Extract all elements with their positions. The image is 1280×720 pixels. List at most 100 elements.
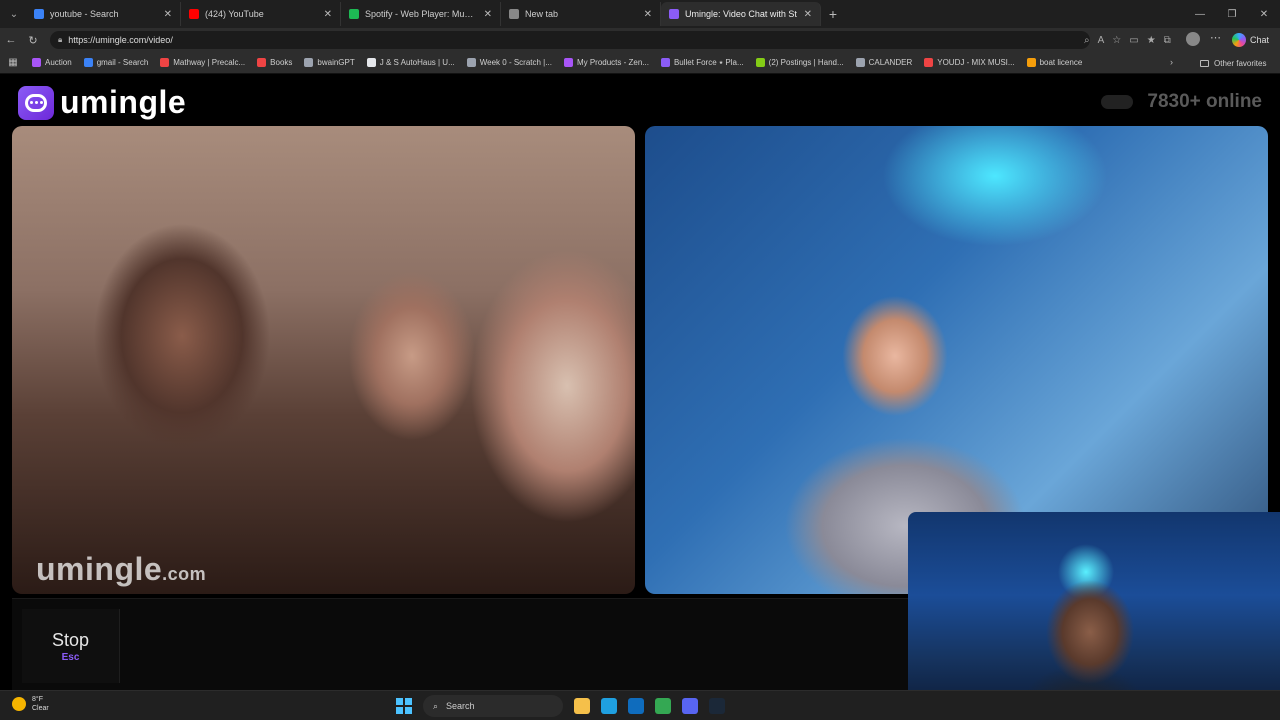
copilot-chat-button[interactable]: Chat xyxy=(1232,31,1269,49)
bookmark-favicon-icon xyxy=(466,58,476,67)
copilot-label: Chat xyxy=(1250,35,1270,45)
favorite-star-icon[interactable]: ☆ xyxy=(1112,35,1121,46)
more-menu-icon[interactable]: ⋯ xyxy=(1210,31,1221,44)
search-icon: ⌕ xyxy=(433,700,439,711)
url-text: https://umingle.com/video/ xyxy=(68,35,173,45)
weather-temp: 8°F xyxy=(32,696,43,703)
other-favorites[interactable]: Other favorites xyxy=(1200,52,1266,74)
back-icon[interactable]: ← xyxy=(0,29,22,51)
bookmark-item[interactable]: Books xyxy=(251,52,298,74)
tab-title: Spotify - Web Player: Music for ev xyxy=(365,9,478,19)
read-aloud-icon[interactable]: A xyxy=(1098,35,1105,46)
bookmark-item[interactable]: YOUDJ - MIX MUSI... xyxy=(918,52,1020,74)
new-tab-button[interactable]: + xyxy=(821,6,845,22)
tab-title: Umingle: Video Chat with St xyxy=(685,9,797,19)
weather-icon xyxy=(12,697,26,711)
folder-icon xyxy=(1200,59,1209,67)
tab-list-chevron-icon[interactable]: ⌄ xyxy=(2,4,26,24)
logo-text: umingle xyxy=(60,84,187,120)
browser-tab-strip: ⌄ youtube - Search ✕ (424) YouTube ✕ Spotify… xyxy=(0,0,1280,28)
tab-close-icon[interactable]: ✕ xyxy=(164,9,172,20)
favorites-icon[interactable]: ★ xyxy=(1147,35,1156,46)
discord-icon[interactable] xyxy=(682,698,698,714)
bookmarks-bar: ▦ Auction gmail - Search Mathway | Precalc… xyxy=(0,52,1280,74)
bookmark-item[interactable]: boat licence xyxy=(1021,52,1089,74)
bookmark-label: J & S AutoHaus | U... xyxy=(379,58,455,67)
outlook-icon[interactable] xyxy=(628,698,644,714)
tab-close-icon[interactable]: ✕ xyxy=(484,9,492,20)
steam-icon[interactable] xyxy=(709,698,725,714)
bookmark-favicon-icon xyxy=(1026,58,1036,67)
bookmark-favicon-icon xyxy=(160,58,170,67)
tab-close-icon[interactable]: ✕ xyxy=(324,9,332,20)
online-indicator: 7830+ online xyxy=(1101,91,1262,113)
window-controls: — ❐ ✕ xyxy=(1184,0,1280,28)
weather-widget[interactable]: 8°F Clear xyxy=(12,695,49,713)
bookmark-item[interactable]: Bullet Force ⭑ Pla... xyxy=(655,52,750,74)
tab-favicon-icon xyxy=(509,9,519,19)
bookmark-favicon-icon xyxy=(366,58,376,67)
tab-title: New tab xyxy=(525,9,559,19)
browser-tab[interactable]: New tab ✕ xyxy=(501,2,661,26)
tab-close-icon[interactable]: ✕ xyxy=(644,9,652,20)
tab-favicon-icon xyxy=(669,9,679,19)
windows-taskbar: 8°F Clear ⌕ Search xyxy=(0,690,1280,720)
bookmark-item[interactable]: Week 0 - Scratch |... xyxy=(461,52,558,74)
bookmark-favicon-icon xyxy=(755,58,765,67)
stranger-video: umingle.com xyxy=(12,126,635,594)
apps-grid-icon[interactable]: ▦ xyxy=(0,57,26,68)
bookmark-favicon-icon xyxy=(563,58,573,67)
streamer-webcam-overlay xyxy=(908,512,1280,720)
online-status-pill xyxy=(1101,95,1134,109)
browser-tab[interactable]: Spotify - Web Player: Music for ev ✕ xyxy=(341,2,501,26)
file-explorer-icon[interactable] xyxy=(574,698,590,714)
bookmark-label: boat licence xyxy=(1039,58,1083,67)
other-favorites-label: Other favorites xyxy=(1214,58,1267,68)
restore-icon[interactable]: ❐ xyxy=(1216,0,1248,28)
profile-avatar[interactable] xyxy=(1186,32,1200,46)
chat-bubble-icon xyxy=(18,85,54,120)
zoom-icon[interactable]: ⌕ xyxy=(1084,35,1090,46)
bookmark-item[interactable]: Mathway | Precalc... xyxy=(154,52,251,74)
stop-button[interactable]: Stop Esc xyxy=(22,609,120,683)
umingle-logo[interactable]: umingle xyxy=(18,84,186,121)
bookmarks-overflow-chevron-icon[interactable]: › xyxy=(1170,57,1173,67)
bookmark-item[interactable]: gmail - Search xyxy=(78,52,155,74)
tab-close-icon[interactable]: ✕ xyxy=(804,9,812,20)
reload-icon[interactable]: ↻ xyxy=(22,29,44,51)
edge-icon[interactable] xyxy=(601,698,617,714)
bookmark-favicon-icon xyxy=(924,58,934,67)
taskbar-search-label: Search xyxy=(446,701,475,711)
bookmark-item[interactable]: CALANDER xyxy=(850,52,919,74)
split-screen-icon[interactable]: ▭ xyxy=(1129,35,1138,46)
bookmark-favicon-icon xyxy=(257,58,267,67)
bookmark-label: YOUDJ - MIX MUSI... xyxy=(937,58,1015,67)
bookmark-label: gmail - Search xyxy=(96,58,149,67)
bookmark-item[interactable]: My Products - Zen... xyxy=(558,52,655,74)
collections-icon[interactable]: ⧉ xyxy=(1164,35,1171,46)
screen: ⌄ youtube - Search ✕ (424) YouTube ✕ Spotify… xyxy=(0,0,1280,720)
bookmark-favicon-icon xyxy=(32,58,41,67)
stop-label: Stop xyxy=(51,629,90,650)
minimize-icon[interactable]: — xyxy=(1184,0,1216,28)
copilot-icon xyxy=(1232,33,1246,47)
close-window-icon[interactable]: ✕ xyxy=(1248,0,1280,28)
address-bar-row: ← ↻ 🔒︎ https://umingle.com/video/ ⌕ A ☆ … xyxy=(0,28,1280,52)
browser-tab[interactable]: youtube - Search ✕ xyxy=(26,2,181,26)
bookmark-favicon-icon xyxy=(660,58,670,67)
start-button[interactable] xyxy=(396,698,412,714)
bookmark-item[interactable]: J & S AutoHaus | U... xyxy=(361,52,461,74)
bookmark-favicon-icon xyxy=(855,58,865,67)
chrome-icon[interactable] xyxy=(655,698,671,714)
browser-tab[interactable]: Umingle: Video Chat with St ✕ xyxy=(661,2,821,26)
bookmark-item[interactable]: bwainGPT xyxy=(298,52,360,74)
browser-tab[interactable]: (424) YouTube ✕ xyxy=(181,2,341,26)
stop-shortcut: Esc xyxy=(61,651,80,663)
online-count: 7830+ online xyxy=(1147,91,1262,112)
tab-favicon-icon xyxy=(349,9,359,19)
bookmark-favicon-icon xyxy=(83,58,93,67)
url-field[interactable]: 🔒︎ https://umingle.com/video/ xyxy=(50,31,1090,49)
taskbar-search[interactable]: ⌕ Search xyxy=(423,695,563,717)
bookmark-item[interactable]: Auction xyxy=(26,52,78,74)
bookmark-item[interactable]: (2) Postings | Hand... xyxy=(750,52,850,74)
